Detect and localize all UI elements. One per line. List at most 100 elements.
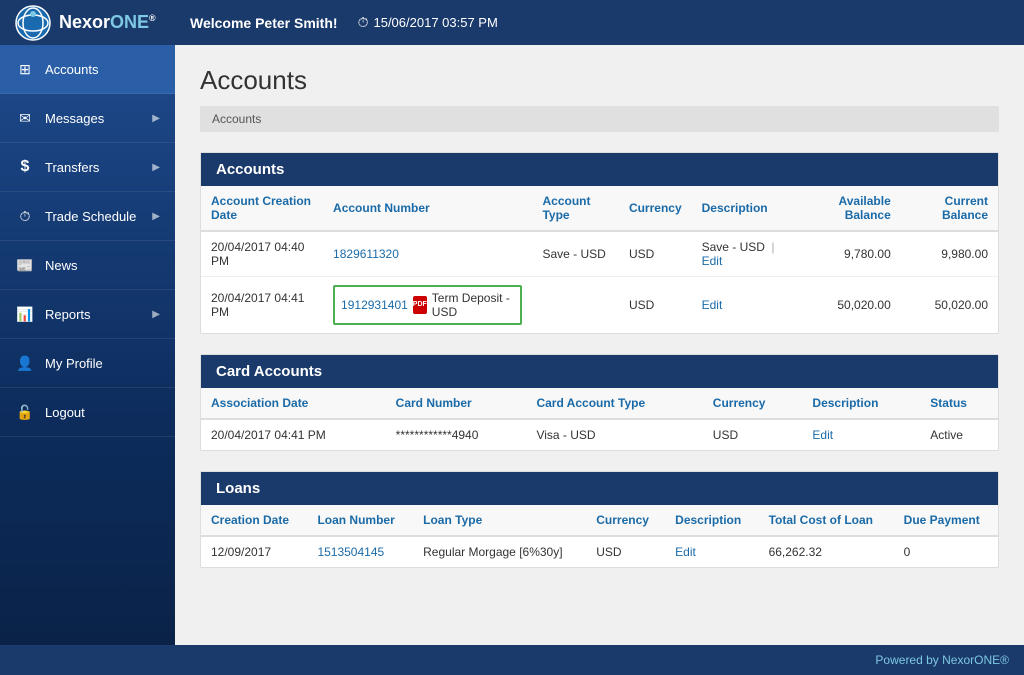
loan-number-link[interactable]: 1513504145 [317, 545, 384, 559]
col-loan-number: Loan Number [307, 505, 413, 536]
loan-number: 1513504145 [307, 536, 413, 567]
loans-heading: Loans [201, 472, 321, 505]
loans-table: Creation Date Loan Number Loan Type Curr… [201, 505, 998, 567]
loan-edit-link[interactable]: Edit [675, 545, 696, 559]
sidebar-label-trade: Trade Schedule [45, 209, 136, 224]
loan-type: Regular Morgage [6%30y] [413, 536, 586, 567]
col-current-balance: Current Balance [901, 186, 998, 231]
account-number-link-2[interactable]: 1912931401 [341, 298, 408, 312]
logout-icon: 🔓 [15, 402, 35, 422]
col-card-number: Card Number [386, 388, 527, 419]
col-loan-currency: Currency [586, 505, 665, 536]
logo-area: NexorONE® [15, 5, 190, 41]
sidebar-item-my-profile[interactable]: 👤 My Profile [0, 339, 175, 388]
card-edit-link[interactable]: Edit [812, 428, 833, 442]
col-card-description: Description [802, 388, 920, 419]
col-card-currency: Currency [703, 388, 803, 419]
creation-date-1: 20/04/2017 04:40 PM [201, 231, 323, 277]
col-account-type: Account Type [532, 186, 618, 231]
accounts-table: Account Creation Date Account Number Acc… [201, 186, 998, 333]
available-balance-1: 9,780.00 [798, 231, 901, 277]
trade-arrow: ▶ [152, 211, 160, 222]
news-icon: 📰 [15, 255, 35, 275]
col-card-status: Status [920, 388, 998, 419]
col-loan-total: Total Cost of Loan [759, 505, 894, 536]
table-row: 20/04/2017 04:41 PM ************4940 Vis… [201, 419, 998, 450]
card-accounts-heading: Card Accounts [201, 355, 337, 388]
profile-icon: 👤 [15, 353, 35, 373]
sidebar-item-logout[interactable]: 🔓 Logout [0, 388, 175, 437]
card-type: Visa - USD [526, 419, 702, 450]
pdf-icon[interactable]: PDF [413, 296, 427, 314]
col-loan-description: Description [665, 505, 758, 536]
messages-arrow: ▶ [152, 113, 160, 124]
creation-date-2: 20/04/2017 04:41 PM [201, 277, 323, 334]
account-type-2-inline: Term Deposit - USD [432, 291, 515, 319]
accounts-icon: ⊞ [15, 59, 35, 79]
loan-due-payment: 0 [894, 536, 998, 567]
card-description: Edit [802, 419, 920, 450]
sidebar-label-news: News [45, 258, 78, 273]
col-available-balance: Available Balance [798, 186, 901, 231]
datetime-text: 15/06/2017 03:57 PM [373, 15, 497, 30]
loan-currency: USD [586, 536, 665, 567]
footer: Powered by NexorONE® [0, 645, 1024, 675]
col-loan-due: Due Payment [894, 505, 998, 536]
footer-text: Powered by NexorONE® [875, 653, 1009, 667]
col-loan-type: Loan Type [413, 505, 586, 536]
loan-total-cost: 66,262.32 [759, 536, 894, 567]
reports-arrow: ▶ [152, 309, 160, 320]
logo-text: NexorONE® [59, 12, 156, 33]
accounts-section-heading: Accounts [201, 153, 321, 186]
card-accounts-table: Association Date Card Number Card Accoun… [201, 388, 998, 450]
messages-icon: ✉ [15, 108, 35, 128]
reports-icon: 📊 [15, 304, 35, 324]
sidebar-label-transfers: Transfers [45, 160, 99, 175]
sidebar-label-reports: Reports [45, 307, 91, 322]
col-account-number: Account Number [323, 186, 532, 231]
sidebar-item-news[interactable]: 📰 News [0, 241, 175, 290]
content-area: Accounts Accounts Accounts Account Creat… [175, 45, 1024, 645]
datetime-area: ⏱ 15/06/2017 03:57 PM [358, 14, 498, 31]
description-2: Edit [692, 277, 799, 334]
accounts-section: Accounts Account Creation Date Account N… [200, 152, 999, 334]
trade-icon: ⏱ [15, 206, 35, 226]
main-layout: ⊞ Accounts ✉ Messages ▶ $ Transfers ▶ ⏱ … [0, 45, 1024, 645]
top-header: NexorONE® Welcome Peter Smith! ⏱ 15/06/2… [0, 0, 1024, 45]
table-row: 12/09/2017 1513504145 Regular Morgage [6… [201, 536, 998, 567]
clock-icon: ⏱ [358, 14, 369, 31]
sidebar-item-reports[interactable]: 📊 Reports ▶ [0, 290, 175, 339]
sidebar-label-messages: Messages [45, 111, 104, 126]
sidebar-label-logout: Logout [45, 405, 85, 420]
col-currency: Currency [619, 186, 692, 231]
col-assoc-date: Association Date [201, 388, 386, 419]
col-creation-date: Account Creation Date [201, 186, 323, 231]
sidebar: ⊞ Accounts ✉ Messages ▶ $ Transfers ▶ ⏱ … [0, 45, 175, 645]
transfers-icon: $ [15, 157, 35, 177]
edit-link-1[interactable]: Edit [702, 254, 723, 268]
logo-icon [15, 5, 51, 41]
card-number: ************4940 [386, 419, 527, 450]
loan-description: Edit [665, 536, 758, 567]
edit-link-2[interactable]: Edit [702, 298, 723, 312]
available-balance-2: 50,020.00 [798, 277, 901, 334]
sidebar-item-accounts[interactable]: ⊞ Accounts [0, 45, 175, 94]
sidebar-item-messages[interactable]: ✉ Messages ▶ [0, 94, 175, 143]
breadcrumb: Accounts [200, 106, 999, 132]
col-card-type: Card Account Type [526, 388, 702, 419]
currency-1: USD [619, 231, 692, 277]
account-type-1: Save - USD [532, 231, 618, 277]
highlighted-account-cell: 1912931401 PDF Term Deposit - USD [333, 285, 522, 325]
sidebar-label-profile: My Profile [45, 356, 103, 371]
account-number-1: 1829611320 [323, 231, 532, 277]
welcome-text: Welcome Peter Smith! [190, 15, 338, 31]
table-row: 20/04/2017 04:41 PM 1912931401 PDF Term … [201, 277, 998, 334]
sidebar-label-accounts: Accounts [45, 62, 98, 77]
account-number-link-1[interactable]: 1829611320 [333, 247, 399, 261]
sidebar-item-trade-schedule[interactable]: ⏱ Trade Schedule ▶ [0, 192, 175, 241]
card-accounts-section: Card Accounts Association Date Card Numb… [200, 354, 999, 451]
page-title: Accounts [200, 65, 999, 96]
currency-2: USD [619, 277, 692, 334]
sidebar-item-transfers[interactable]: $ Transfers ▶ [0, 143, 175, 192]
col-description: Description [692, 186, 799, 231]
